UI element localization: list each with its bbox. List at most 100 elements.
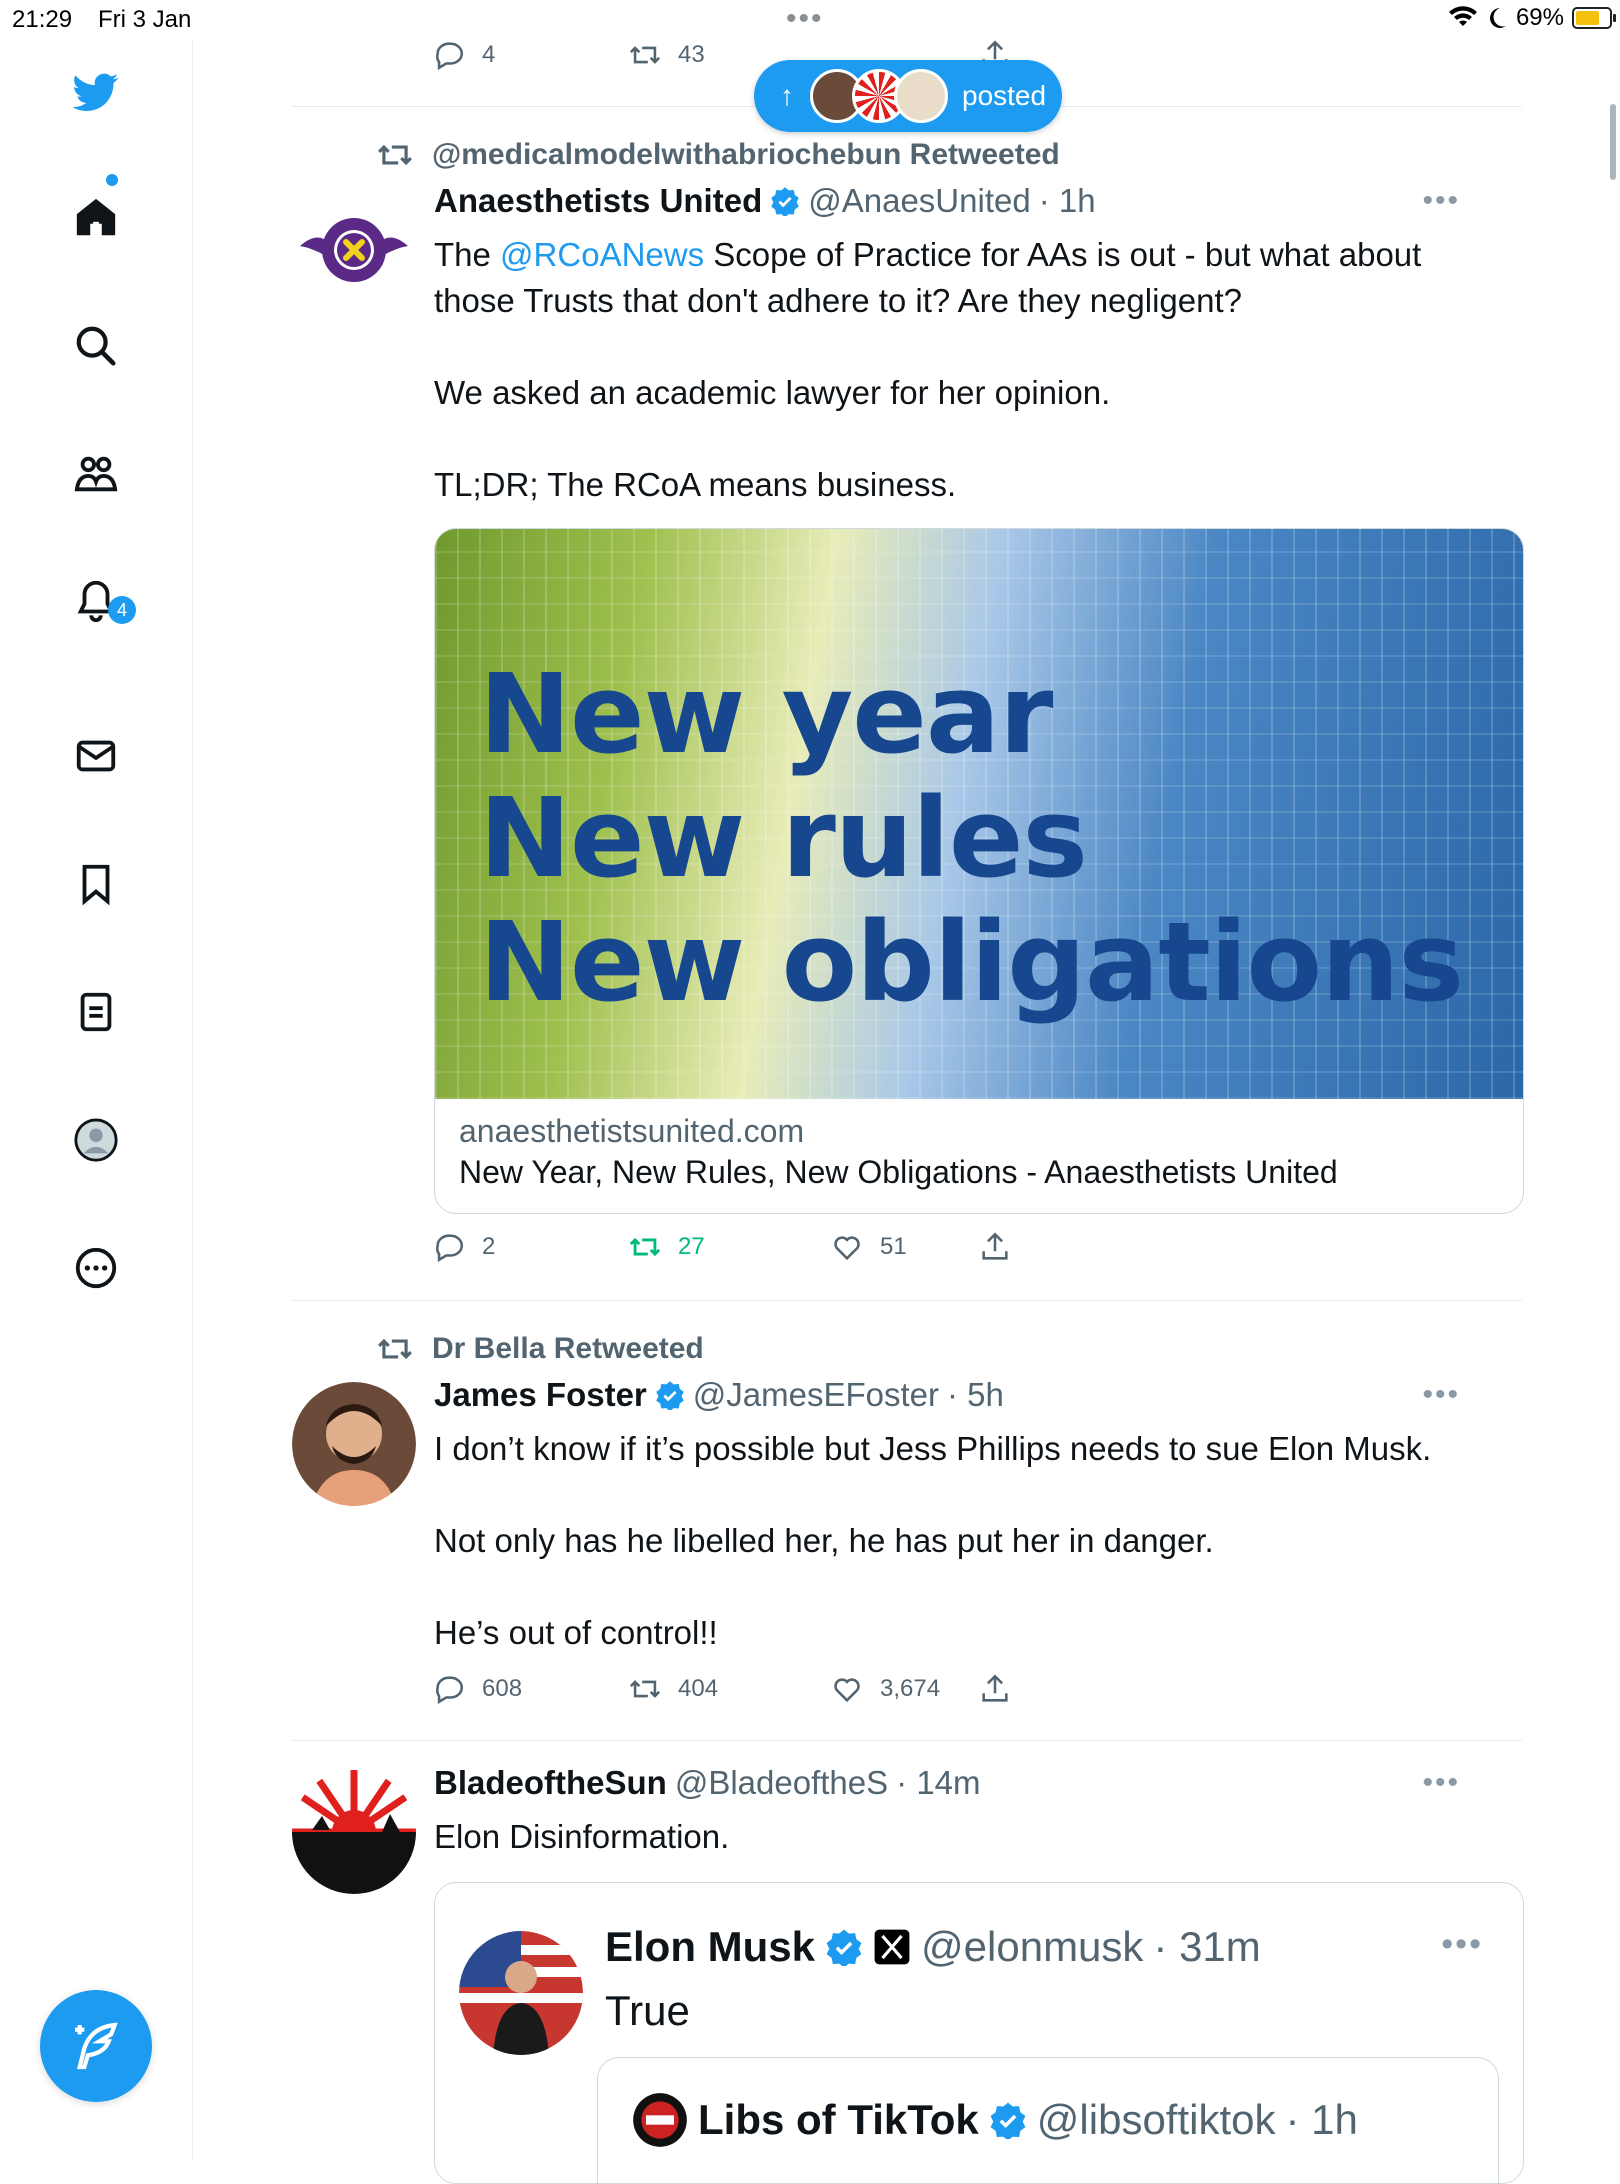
sidebar: 4 bbox=[0, 40, 193, 2160]
nested-timestamp[interactable]: · 1h bbox=[1286, 2096, 1358, 2144]
heart-icon bbox=[834, 1678, 860, 1703]
like-count: 3,674 bbox=[880, 1675, 941, 1702]
lists-icon[interactable] bbox=[70, 986, 122, 1038]
retweet-count: 27 bbox=[678, 1233, 705, 1260]
verified-badge-icon bbox=[771, 187, 799, 216]
link-preview-card[interactable]: New year New rules New obligations anaes… bbox=[434, 528, 1524, 1214]
communities-icon[interactable] bbox=[70, 448, 122, 500]
link-title: New Year, New Rules, New Obligations - A… bbox=[459, 1154, 1338, 1190]
retweeted-by-line[interactable]: @medicalmodelwithabriochebun Retweeted bbox=[376, 136, 1060, 174]
more-circle-icon[interactable] bbox=[70, 1242, 122, 1294]
tweet-header: BladeoftheSun @BladeoftheS · 14m bbox=[434, 1764, 981, 1802]
timestamp[interactable]: · 14m bbox=[896, 1764, 980, 1802]
posted-label: posted bbox=[962, 80, 1047, 111]
reply-count: 2 bbox=[482, 1233, 496, 1260]
status-time: 21:29 bbox=[12, 6, 73, 33]
handle[interactable]: @JamesEFoster bbox=[693, 1376, 939, 1414]
reply-button[interactable]: 608 bbox=[432, 1672, 522, 1706]
quote-handle[interactable]: @elonmusk bbox=[921, 1923, 1143, 1971]
share-button[interactable] bbox=[978, 1230, 1012, 1264]
nested-handle[interactable]: @libsoftiktok bbox=[1037, 2096, 1276, 2144]
home-unread-dot bbox=[106, 174, 118, 186]
avatar[interactable] bbox=[292, 1382, 416, 1506]
card-image-headline-3: New obligations bbox=[479, 898, 1464, 1026]
reply-button[interactable]: 4 bbox=[432, 38, 495, 72]
retweet-button[interactable]: 43 bbox=[628, 38, 705, 72]
display-name[interactable]: James Foster bbox=[434, 1376, 647, 1414]
card-image-headline-2: New rules bbox=[479, 774, 1088, 902]
heart-icon bbox=[834, 1236, 860, 1261]
nested-quote-header: Libs of TikTok @libsoftiktok · 1h bbox=[632, 2092, 1358, 2148]
profile-avatar-icon[interactable] bbox=[70, 1114, 122, 1166]
like-button[interactable]: 3,674 bbox=[830, 1672, 940, 1706]
timestamp[interactable]: · 5h bbox=[947, 1376, 1004, 1414]
pill-avatars bbox=[810, 69, 948, 123]
battery-percent: 69% bbox=[1515, 4, 1564, 31]
quote-timestamp[interactable]: · 31m bbox=[1153, 1923, 1260, 1971]
retweet-button[interactable]: 27 bbox=[628, 1230, 705, 1264]
handle[interactable]: @BladeoftheS bbox=[675, 1764, 888, 1802]
more-options-icon[interactable]: ••• bbox=[1441, 1925, 1483, 1964]
x-logo-icon bbox=[874, 1929, 910, 1965]
reply-icon bbox=[436, 42, 463, 71]
retweet-count: 404 bbox=[678, 1675, 719, 1702]
more-options-icon[interactable]: ••• bbox=[1422, 1378, 1460, 1412]
tweet-text: The @RCoANews Scope of Practice for AAs … bbox=[434, 232, 1434, 508]
more-options-icon[interactable]: ••• bbox=[1422, 184, 1460, 218]
scrollbar[interactable] bbox=[1610, 104, 1616, 180]
share-icon bbox=[982, 1674, 1008, 1702]
divider bbox=[292, 1300, 1522, 1301]
bookmarks-icon[interactable] bbox=[70, 858, 122, 910]
share-button[interactable] bbox=[978, 1672, 1012, 1706]
share-icon bbox=[982, 1232, 1008, 1260]
tweet-header: Anaesthetists United @AnaesUnited · 1h bbox=[434, 182, 1096, 220]
retweet-icon bbox=[629, 1237, 661, 1257]
quote-text: True bbox=[605, 1987, 690, 2034]
reply-icon bbox=[436, 1676, 463, 1705]
more-options-icon[interactable]: ••• bbox=[1422, 1766, 1460, 1800]
avatar[interactable] bbox=[292, 1770, 416, 1894]
nested-display-name[interactable]: Libs of TikTok bbox=[698, 2096, 979, 2144]
avatar[interactable] bbox=[459, 1931, 583, 2055]
search-icon[interactable] bbox=[70, 320, 122, 372]
reply-count: 4 bbox=[482, 41, 496, 68]
tweet-text-rest: Scope of Practice for AAs is out - but w… bbox=[434, 236, 1422, 503]
display-name[interactable]: BladeoftheSun bbox=[434, 1764, 667, 1802]
quote-display-name[interactable]: Elon Musk bbox=[605, 1923, 815, 1971]
verified-badge-icon bbox=[990, 2102, 1026, 2139]
nested-quote-card[interactable]: Libs of TikTok @libsoftiktok · 1h bbox=[597, 2057, 1499, 2183]
mention-link[interactable]: @RCoANews bbox=[500, 236, 704, 273]
retweet-icon bbox=[378, 1338, 412, 1360]
retweet-count: 43 bbox=[678, 41, 705, 68]
reply-icon bbox=[436, 1234, 463, 1263]
card-image-headline-1: New year bbox=[479, 650, 1053, 778]
display-name[interactable]: Anaesthetists United bbox=[434, 182, 762, 220]
battery-icon bbox=[1572, 7, 1616, 29]
tweet-actions: 2 27 51 bbox=[432, 1230, 1132, 1270]
messages-icon[interactable] bbox=[70, 730, 122, 782]
tweet-header: James Foster @JamesEFoster · 5h bbox=[434, 1376, 1004, 1414]
divider bbox=[292, 1740, 1522, 1741]
tweet-actions: 608 404 3,674 bbox=[432, 1672, 1132, 1712]
quote-tweet-card[interactable]: Elon Musk @elonmusk · 31m ••• True Libs … bbox=[434, 1882, 1524, 2184]
avatar[interactable] bbox=[632, 2092, 688, 2148]
reply-count: 608 bbox=[482, 1675, 523, 1702]
reply-button[interactable]: 2 bbox=[432, 1230, 495, 1264]
handle[interactable]: @AnaesUnited bbox=[808, 182, 1030, 220]
avatar[interactable] bbox=[292, 188, 416, 312]
link-preview-image: New year New rules New obligations bbox=[435, 529, 1523, 1099]
retweeted-by-line[interactable]: Dr Bella Retweeted bbox=[376, 1330, 704, 1368]
new-posts-pill[interactable]: ↑ posted bbox=[754, 60, 1062, 132]
retweeted-by-text: @medicalmodelwithabriochebun Retweeted bbox=[432, 138, 1060, 171]
home-icon[interactable] bbox=[70, 192, 122, 244]
tweet-text: I don’t know if it’s possible but Jess P… bbox=[434, 1430, 1432, 1651]
compose-tweet-button[interactable] bbox=[40, 1990, 152, 2102]
twitter-logo-icon[interactable] bbox=[70, 66, 122, 118]
timestamp[interactable]: · 1h bbox=[1039, 182, 1096, 220]
like-button[interactable]: 51 bbox=[830, 1230, 907, 1264]
retweeted-by-text: Dr Bella Retweeted bbox=[432, 1332, 704, 1365]
tweet-text: Elon Disinformation. bbox=[434, 1818, 730, 1855]
timeline[interactable]: 4 43 @medicalmodelwithabriochebun Retwee… bbox=[292, 0, 1524, 2184]
link-domain: anaesthetistsunited.com bbox=[459, 1113, 805, 1149]
retweet-button[interactable]: 404 bbox=[628, 1672, 718, 1706]
